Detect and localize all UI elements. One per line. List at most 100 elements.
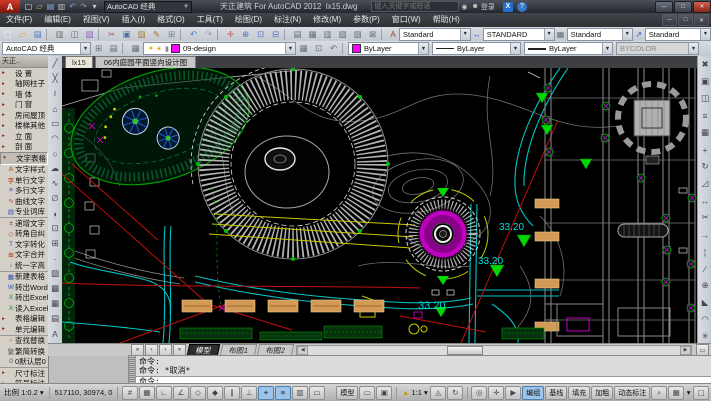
snap-toggle[interactable]: # xyxy=(122,386,138,400)
menu-curve-text[interactable]: ∿ 曲线文字 xyxy=(0,196,48,207)
gradient-icon[interactable]: ▩ xyxy=(49,281,62,296)
qat-menu-down-icon[interactable]: ▾ xyxy=(89,1,100,12)
exchange-apps-icon[interactable]: X xyxy=(503,2,513,12)
workspaces-combo[interactable]: AutoCAD 经典▼ xyxy=(2,42,91,55)
mtext-icon[interactable]: A xyxy=(49,326,62,341)
dim-style-combo[interactable]: STANDARD▼ xyxy=(483,28,555,41)
menu-elevation[interactable]: ▸ 立 面 xyxy=(0,131,48,142)
menu-single-text[interactable]: 字 单行文字 xyxy=(0,175,48,186)
linetype-combo[interactable]: ByLayer ▼ xyxy=(432,42,521,55)
menu-file[interactable]: 文件(F) xyxy=(0,13,38,27)
drawing-title-tab[interactable]: 06内庭园平面竖向设计图 xyxy=(95,56,196,68)
menu-mtext[interactable]: ≡ 多行文字 xyxy=(0,186,48,197)
screen-menu-header[interactable]: 天正.. xyxy=(0,56,48,68)
transparency-toggle[interactable]: ▥ xyxy=(292,386,308,400)
command-window[interactable]: 命令: 命令: *取消* 命令: xyxy=(128,355,711,385)
menu-unify-height[interactable]: ↕ 统一字高 xyxy=(0,260,48,271)
point-icon[interactable]: ∙ xyxy=(49,251,62,266)
break-icon[interactable]: ∕ xyxy=(699,260,711,277)
workspace-switcher[interactable]: AutoCAD 经典 ▼ xyxy=(104,1,192,13)
menu-to-word[interactable]: W 转出Word xyxy=(0,282,48,293)
pan-icon[interactable]: ✛ xyxy=(223,28,238,40)
qat-plot-icon[interactable]: ▥ xyxy=(56,1,67,12)
qat-open-icon[interactable]: ▱ xyxy=(34,1,45,12)
erase-icon[interactable]: ✖ xyxy=(699,56,711,73)
designcenter-icon[interactable]: ▦ xyxy=(305,28,320,40)
zoom-previous-icon[interactable]: ⊟ xyxy=(268,28,283,40)
doc-minimize-button[interactable]: ─ xyxy=(662,14,677,26)
ortho-toggle[interactable]: ∟ xyxy=(156,386,172,400)
command-window-grip[interactable] xyxy=(129,356,136,384)
mirror-icon[interactable]: ◫ xyxy=(699,90,711,107)
qat-undo-icon[interactable]: ↶ xyxy=(67,1,78,12)
menu-trad-simp[interactable]: 繁 繁简转换 xyxy=(0,346,48,357)
menu-pro-words[interactable]: ▤ 专业词库 xyxy=(0,207,48,218)
scale-icon[interactable]: ◿ xyxy=(699,175,711,192)
layer-previous-icon[interactable]: ↶ xyxy=(326,43,341,55)
qat-save-icon[interactable]: ▤ xyxy=(45,1,56,12)
paste-icon[interactable]: ▨ xyxy=(134,28,149,40)
quick-view-drawings-icon[interactable]: ▭ xyxy=(359,386,375,400)
menu-text-convert[interactable]: T 文字转化 xyxy=(0,239,48,250)
help-icon[interactable]: ? xyxy=(517,2,527,12)
search-input[interactable] xyxy=(372,2,458,11)
layer-properties-manager-icon[interactable]: ▦ xyxy=(128,43,143,55)
plot-preview-icon[interactable]: ◫ xyxy=(67,28,82,40)
object-select-icon[interactable]: ⌕ xyxy=(651,386,667,400)
quick-properties-toggle[interactable]: ▭ xyxy=(309,386,325,400)
model-space-button[interactable]: 模型 xyxy=(336,386,358,400)
rectangle-icon[interactable]: ▭ xyxy=(49,116,62,131)
offset-icon[interactable]: ≡ xyxy=(699,107,711,124)
menu-tools[interactable]: 工具(T) xyxy=(191,13,229,27)
annotation-visibility-icon[interactable]: ◬ xyxy=(430,386,446,400)
scroll-left-icon[interactable]: ◀ xyxy=(297,346,308,355)
dyn-toggle[interactable]: ⌖ xyxy=(258,386,274,400)
autocad-logo-icon[interactable]: A xyxy=(0,0,20,13)
otrack-toggle[interactable]: ∥ xyxy=(224,386,240,400)
publish-icon[interactable]: ▧ xyxy=(82,28,97,40)
minimize-button[interactable]: ─ xyxy=(655,1,673,13)
menu-default-layer[interactable]: 0 0默认层0 xyxy=(0,357,48,368)
menu-text-merge[interactable]: ⊞ 文字合并 xyxy=(0,250,48,261)
group-toggle[interactable]: 编组 xyxy=(522,386,544,400)
make-block-icon[interactable]: ⊞ xyxy=(49,236,62,251)
markup-icon[interactable]: ▨ xyxy=(350,28,365,40)
doc-close-button[interactable]: ✕ xyxy=(694,14,709,26)
menu-view[interactable]: 视图(V) xyxy=(77,13,116,27)
stretch-icon[interactable]: ↔ xyxy=(699,192,711,209)
copy-clip-icon[interactable]: ▣ xyxy=(119,28,134,40)
menu-cell-edit[interactable]: ▸ 单元编辑 xyxy=(0,324,48,335)
plot-icon[interactable]: ▥ xyxy=(52,28,67,40)
restore-button[interactable]: □ xyxy=(674,1,692,13)
quickcalc-icon[interactable]: ⊠ xyxy=(365,28,380,40)
menu-dimension[interactable]: 标注(N) xyxy=(268,13,307,27)
cut-icon[interactable]: ✂ xyxy=(104,28,119,40)
table-style-combo[interactable]: Standard▼ xyxy=(567,28,633,41)
new-icon[interactable]: ▢ xyxy=(0,28,15,40)
match-properties-icon[interactable]: ✎ xyxy=(149,28,164,40)
text-style-combo[interactable]: Standard▼ xyxy=(399,28,471,41)
zoom-realtime-icon[interactable]: ⊕ xyxy=(238,28,253,40)
lwt-toggle[interactable]: ≡ xyxy=(275,386,291,400)
break-at-point-icon[interactable]: ¦ xyxy=(699,243,711,260)
extend-icon[interactable]: → xyxy=(699,226,711,243)
save-icon[interactable]: ▤ xyxy=(30,28,45,40)
copy-icon[interactable]: ▣ xyxy=(699,73,711,90)
menu-text-style[interactable]: A 文字样式 xyxy=(0,165,48,176)
construction-line-icon[interactable]: ╳ xyxy=(49,71,62,86)
zoom-window-icon[interactable]: ⊡ xyxy=(253,28,268,40)
menu-stair-other[interactable]: ▸ 楼梯其他 xyxy=(0,121,48,132)
join-icon[interactable]: ⊕ xyxy=(699,277,711,294)
open-icon[interactable]: ▱ xyxy=(15,28,30,40)
steering-wheel-icon[interactable]: ◎ xyxy=(471,386,487,400)
region-icon[interactable]: ▦ xyxy=(49,296,62,311)
menu-to-excel[interactable]: X 转出Excel xyxy=(0,293,48,304)
hatch-fill-toggle[interactable]: 填充 xyxy=(568,386,590,400)
menu-room-roof[interactable]: ▸ 房间屋顶 xyxy=(0,110,48,121)
dynamic-dim-toggle[interactable]: 动态标注 xyxy=(614,386,650,400)
menu-door-window[interactable]: ▸ 门 窗 xyxy=(0,100,48,111)
menu-table-edit[interactable]: ▸ 表格编辑 xyxy=(0,314,48,325)
line-icon[interactable]: ╱ xyxy=(49,56,62,71)
close-button[interactable]: ✕ xyxy=(693,1,711,13)
quick-view-layouts-icon[interactable]: ▣ xyxy=(376,386,392,400)
